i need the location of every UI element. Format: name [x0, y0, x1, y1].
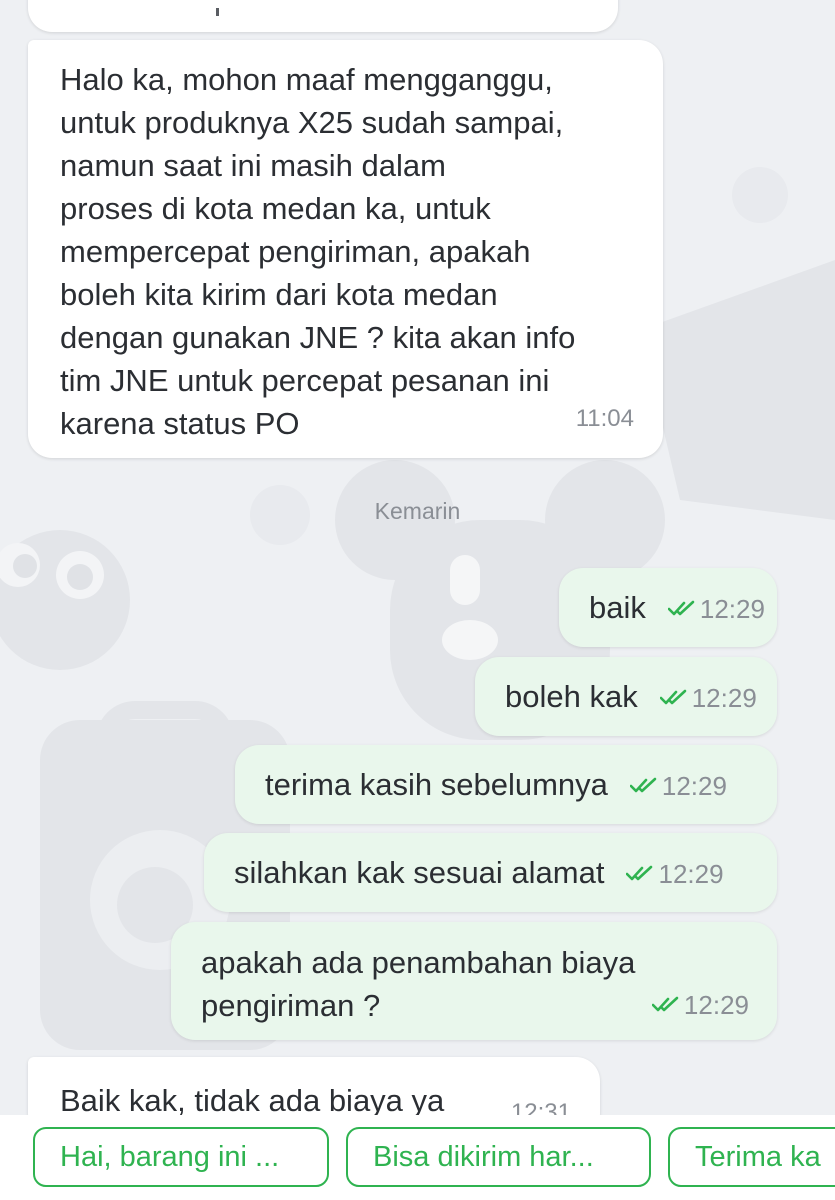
message-time: 12:29 — [691, 683, 757, 713]
message-time: 12:29 — [683, 990, 749, 1020]
quick-reply-chip[interactable]: Bisa dikirim har... — [346, 1127, 651, 1187]
double-check-icon — [659, 689, 687, 704]
outgoing-message-bubble[interactable]: apakah ada penambahan biaya pengiriman ?… — [171, 922, 777, 1040]
double-check-icon — [651, 996, 679, 1011]
double-check-icon — [629, 777, 657, 792]
message-time: 12:31 — [510, 1099, 571, 1115]
outgoing-message-bubble[interactable]: baik 12:29 — [559, 568, 777, 647]
message-time: 11:04 — [575, 405, 634, 432]
quick-reply-chip[interactable]: Terima ka — [668, 1127, 835, 1187]
double-check-icon — [667, 600, 695, 615]
double-check-icon — [626, 865, 653, 880]
message-text: baik — [589, 590, 646, 625]
message-text: boleh kak — [505, 679, 638, 714]
outgoing-message-bubble[interactable]: terima kasih sebelumnya 12:29 — [235, 745, 777, 824]
message-time: 12:29 — [658, 859, 724, 889]
chat-message-list[interactable]: Halo ka, mohon maaf mengganggu, untuk pr… — [0, 0, 835, 1115]
quick-reply-bar[interactable]: Hai, barang ini ... Bisa dikirim har... … — [0, 1115, 835, 1200]
previous-incoming-message — [28, 0, 618, 32]
message-time: 12:29 — [699, 594, 765, 624]
incoming-message-bubble[interactable]: Halo ka, mohon maaf mengganggu, untuk pr… — [28, 40, 663, 458]
incoming-message-bubble[interactable]: Baik kak, tidak ada biaya ya 12:31 — [28, 1057, 600, 1115]
day-separator: Kemarin — [374, 498, 461, 524]
quick-reply-chip[interactable]: Hai, barang ini ... — [33, 1127, 329, 1187]
message-text: Baik kak, tidak ada biaya ya — [60, 1083, 445, 1115]
message-text: Halo ka, mohon maaf mengganggu, untuk pr… — [60, 62, 576, 441]
outgoing-message-bubble[interactable]: silahkan kak sesuai alamat 12:29 — [204, 833, 777, 912]
text-fragment — [216, 8, 219, 16]
message-text: terima kasih sebelumnya — [265, 767, 608, 802]
message-time: 12:29 — [661, 771, 727, 801]
outgoing-message-bubble[interactable]: boleh kak 12:29 — [475, 657, 777, 736]
message-text: silahkan kak sesuai alamat — [234, 855, 605, 890]
